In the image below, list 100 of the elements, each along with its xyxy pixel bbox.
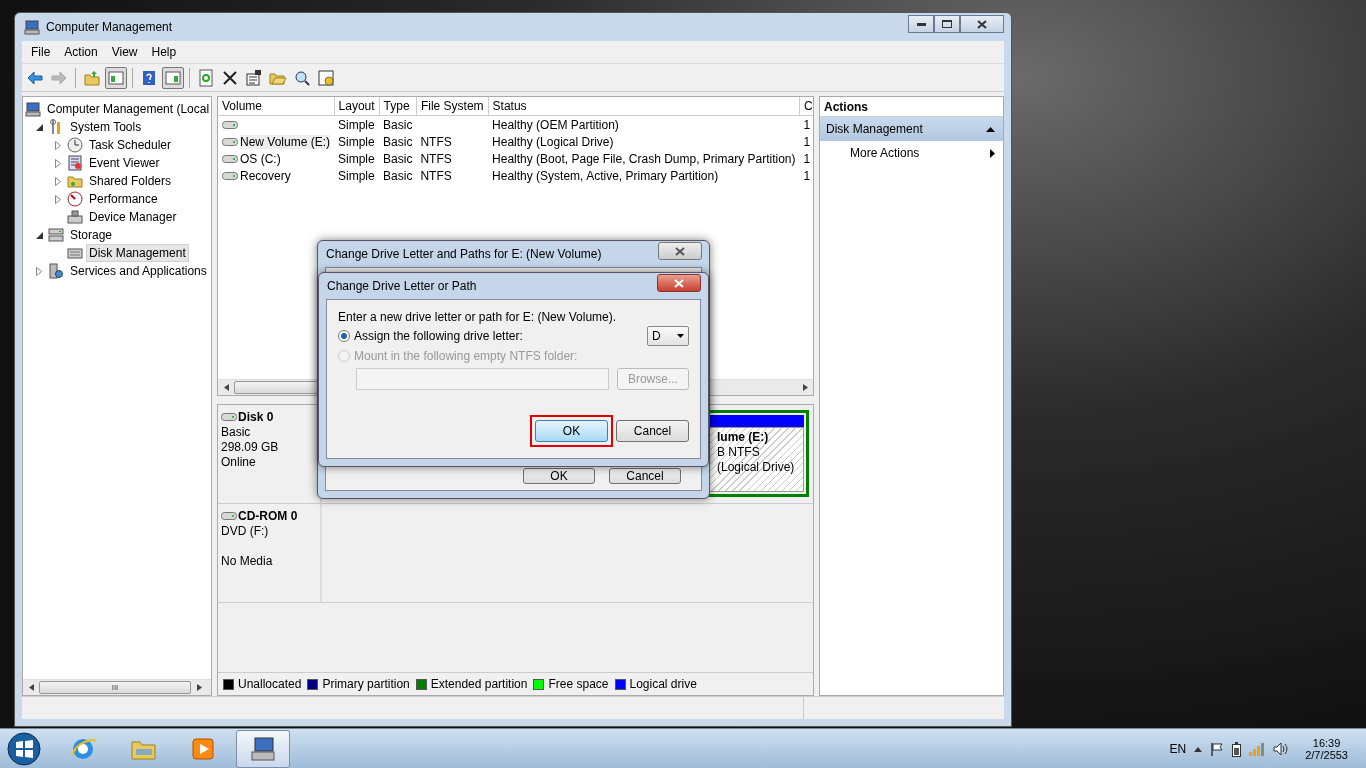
radio-label[interactable]: Assign the following drive letter: bbox=[354, 329, 523, 343]
drive-icon bbox=[222, 136, 238, 147]
table-cell: NTFS bbox=[420, 134, 452, 149]
drive-letter-dropdown[interactable]: D bbox=[647, 326, 689, 346]
flag-icon[interactable] bbox=[1210, 742, 1225, 756]
legend-label: Primary partition bbox=[322, 677, 410, 691]
language-indicator[interactable]: EN bbox=[1169, 742, 1187, 756]
dialog-button[interactable]: Cancel bbox=[616, 420, 689, 442]
delete-icon bbox=[221, 68, 239, 87]
find-icon bbox=[293, 68, 311, 87]
maximize-icon bbox=[942, 20, 952, 28]
tree-item[interactable]: Performance bbox=[86, 190, 161, 208]
table-cell[interactable]: New Volume (E:) bbox=[240, 134, 331, 149]
actions-group[interactable]: Disk Management bbox=[820, 117, 1003, 141]
close-icon bbox=[674, 278, 684, 288]
dialog-button[interactable]: OK bbox=[523, 468, 595, 484]
legend-label: Extended partition bbox=[430, 677, 528, 691]
scrollbar-thumb[interactable]: III bbox=[39, 681, 191, 694]
tree-item[interactable]: Task Scheduler bbox=[86, 136, 175, 154]
menu-item[interactable]: Action bbox=[57, 43, 105, 61]
legend-label: Free space bbox=[548, 677, 609, 691]
table-cell[interactable]: Recovery bbox=[240, 168, 291, 183]
folder-icon bbox=[67, 173, 83, 189]
table-cell: 1 bbox=[803, 117, 811, 132]
collapsed-arrow-icon[interactable] bbox=[55, 140, 61, 150]
pane-toggle-icon bbox=[164, 68, 182, 87]
tree-item[interactable]: Event Viewer bbox=[86, 154, 163, 172]
window-title: Computer Management bbox=[46, 20, 174, 34]
dialog-prompt: Enter a new drive letter or path for E: (New Volume). bbox=[338, 310, 617, 324]
taskbar-button[interactable] bbox=[236, 730, 290, 768]
minimize-button[interactable] bbox=[908, 15, 934, 33]
disk-status: No Media bbox=[221, 554, 273, 568]
tree-item[interactable]: Computer Management (Local bbox=[44, 100, 211, 118]
action-item[interactable]: More Actions bbox=[820, 141, 1003, 165]
close-button[interactable] bbox=[657, 274, 701, 292]
legend-label: Logical drive bbox=[629, 677, 697, 691]
column-header[interactable]: Type bbox=[379, 97, 417, 116]
tree-item[interactable]: Device Manager bbox=[86, 208, 180, 226]
radio-button[interactable] bbox=[338, 330, 350, 342]
disk-info: DVD (F:) bbox=[221, 524, 269, 538]
tree-item[interactable]: Disk Management bbox=[86, 244, 189, 262]
table-cell[interactable]: OS (C:) bbox=[240, 151, 281, 166]
close-button[interactable] bbox=[960, 15, 1004, 33]
expanded-arrow-icon[interactable] bbox=[35, 123, 43, 131]
clock-time[interactable]: 16:39 bbox=[1312, 737, 1341, 749]
tree-item[interactable]: Shared Folders bbox=[86, 172, 175, 190]
folder-path-field[interactable] bbox=[356, 368, 609, 390]
close-button[interactable] bbox=[658, 242, 702, 260]
disk-name: CD-ROM 0 bbox=[238, 509, 298, 523]
column-header[interactable]: File System bbox=[416, 97, 489, 116]
menu-item[interactable]: Help bbox=[144, 43, 184, 61]
partition-label: B NTFS bbox=[717, 445, 760, 459]
dialog-button[interactable]: Cancel bbox=[609, 468, 681, 484]
drive-icon bbox=[221, 511, 237, 521]
menu-item[interactable]: File bbox=[24, 43, 58, 61]
clock-date[interactable]: 2/7/2553 bbox=[1305, 749, 1348, 761]
tree-item[interactable]: Storage bbox=[67, 226, 116, 244]
caret-icon bbox=[990, 148, 995, 158]
table-cell: Healthy (Boot, Page File, Crash Dump, Primary Partition) bbox=[492, 151, 796, 166]
dialog-title: Change Drive Letter or Path bbox=[327, 279, 477, 293]
drive-icon bbox=[222, 119, 238, 130]
dialog-button[interactable]: OK bbox=[535, 420, 608, 442]
play-icon bbox=[189, 735, 217, 763]
collapsed-arrow-icon[interactable] bbox=[55, 158, 61, 168]
actions-title: Actions bbox=[824, 99, 868, 114]
refresh-icon bbox=[197, 68, 215, 87]
collapsed-arrow-icon[interactable] bbox=[36, 266, 42, 276]
dialog-title: Change Drive Letter and Paths for E: (New Volume) bbox=[326, 247, 602, 261]
expanded-arrow-icon[interactable] bbox=[35, 231, 43, 239]
close-icon bbox=[675, 246, 685, 256]
table-cell: Healthy (OEM Partition) bbox=[492, 117, 619, 132]
computer-icon bbox=[24, 19, 40, 35]
battery-icon[interactable] bbox=[1232, 741, 1242, 757]
caret-icon[interactable] bbox=[1194, 746, 1203, 752]
table-cell: 1 bbox=[803, 168, 811, 183]
collapsed-arrow-icon[interactable] bbox=[55, 194, 61, 204]
column-header[interactable]: Layout bbox=[334, 97, 380, 116]
collapsed-arrow-icon[interactable] bbox=[55, 176, 61, 186]
table-cell: Healthy (Logical Drive) bbox=[492, 134, 614, 149]
disk-info: Basic bbox=[221, 425, 251, 439]
tree-item[interactable]: Services and Applications bbox=[67, 262, 210, 280]
menu-item[interactable]: View bbox=[104, 43, 145, 61]
device-icon bbox=[67, 209, 83, 225]
table-cell: Basic bbox=[383, 134, 413, 149]
column-header[interactable]: Status bbox=[488, 97, 800, 116]
disk-info: 298.09 GB bbox=[221, 440, 279, 454]
disk-status: Online bbox=[221, 455, 256, 469]
speaker-icon[interactable] bbox=[1273, 742, 1290, 756]
help-icon bbox=[140, 68, 158, 87]
tree-item[interactable]: System Tools bbox=[67, 118, 145, 136]
column-header[interactable]: Volume bbox=[218, 97, 335, 116]
properties-icon bbox=[245, 68, 263, 87]
close-icon bbox=[977, 19, 987, 29]
partition-label: (Logical Drive) bbox=[717, 460, 795, 474]
start-button[interactable] bbox=[6, 731, 42, 767]
pane-toggle-icon bbox=[107, 68, 125, 87]
maximize-button[interactable] bbox=[934, 15, 960, 33]
gauge-icon bbox=[67, 191, 83, 207]
table-cell: Simple bbox=[338, 151, 375, 166]
drive-icon bbox=[222, 170, 238, 181]
